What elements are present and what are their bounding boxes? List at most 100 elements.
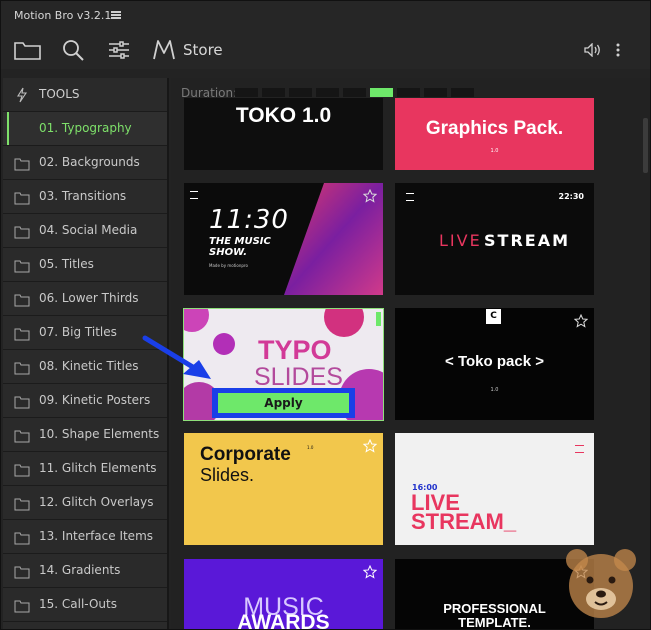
store-link[interactable]: Store [183, 41, 223, 59]
folder-icon [14, 462, 30, 477]
bear-watermark-logo [566, 549, 636, 618]
thumbnail-word2: STREAM_ [411, 509, 517, 534]
thumbnail-caption: Made by motionpro [209, 263, 248, 268]
thumbnail-word1: LIVE [439, 231, 482, 250]
sidebar-item-label: 05. Titles [39, 257, 94, 271]
folder-icon[interactable] [13, 31, 41, 69]
app-title: Motion Bro v3.2.1 [14, 9, 112, 22]
sidebar-item-label: 08. Kinetic Titles [39, 359, 139, 373]
sidebar-item-lower-thirds[interactable]: 06. Lower Thirds [3, 282, 167, 316]
pointer-arrow-icon [142, 335, 211, 379]
sidebar-item-label: TOOLS [39, 87, 80, 101]
sidebar-item-label: 03. Transitions [39, 189, 127, 203]
duration-segment-active[interactable] [370, 88, 393, 97]
thumbnail-sup: 1.0 [307, 445, 314, 450]
folder-icon [14, 258, 30, 273]
sidebar-item-label: 09. Kinetic Posters [39, 393, 151, 407]
sidebar-item-social-media[interactable]: 04. Social Media [3, 214, 167, 248]
sidebar-item-label: 12. Glitch Overlays [39, 495, 154, 509]
active-indicator [7, 112, 9, 145]
sliders-icon[interactable] [108, 31, 130, 69]
star-icon[interactable] [363, 439, 377, 453]
folder-icon [14, 190, 30, 205]
sidebar-item-shape-elements[interactable]: 10. Shape Elements [3, 418, 167, 452]
sidebar-item-transitions[interactable]: 03. Transitions [3, 180, 167, 214]
motionbro-logo-icon[interactable] [151, 31, 179, 69]
preset-thumbnail[interactable]: 11:30 THE MUSIC SHOW. Made by motionpro [184, 183, 383, 295]
thumbnail-subtitle: 1.0 [490, 148, 499, 154]
thumbnail-line1: Corporate [200, 444, 291, 465]
duration-segment[interactable] [235, 88, 258, 97]
thumbnail-time: 11:30 [209, 205, 289, 235]
toolbar [1, 31, 650, 69]
title-bar: Motion Bro v3.2.1 [1, 1, 650, 31]
duration-segment[interactable] [289, 88, 312, 97]
sidebar-item-tools[interactable]: TOOLS [3, 78, 167, 112]
sidebar-item-label: 14. Gradients [39, 563, 121, 577]
folder-icon [14, 394, 30, 409]
menu-icon[interactable] [111, 11, 121, 19]
sidebar-item-label: 01. Typography [39, 121, 132, 135]
sidebar-item-glitch-overlays[interactable]: 12. Glitch Overlays [3, 486, 167, 520]
apply-button[interactable]: Apply [218, 393, 349, 413]
preset-thumbnail[interactable]: 16:00 LIVE STREAM_ [395, 433, 594, 545]
duration-segment[interactable] [316, 88, 339, 97]
sidebar-item-call-outs[interactable]: 15. Call-Outs [3, 588, 167, 622]
sidebar-item-kinetic-posters[interactable]: 09. Kinetic Posters [3, 384, 167, 418]
sidebar-item-backgrounds[interactable]: 02. Backgrounds [3, 146, 167, 180]
folder-icon [14, 496, 30, 511]
sidebar-item-interface-items[interactable]: 13. Interface Items [3, 520, 167, 554]
menu-icon [575, 445, 584, 453]
thumbnail-word2: AWARDS [237, 611, 330, 629]
folder-icon [14, 360, 30, 375]
thumbnail-title: < Toko pack > [445, 353, 544, 370]
duration-segment[interactable] [424, 88, 447, 97]
preset-thumbnail[interactable]: Corporate 1.0 Slides. [184, 433, 383, 545]
more-vertical-icon[interactable] [613, 31, 623, 69]
preset-thumbnail[interactable]: Graphics Pack. 1.0 [395, 98, 594, 170]
bolt-icon [14, 87, 30, 103]
sidebar-item-label: 06. Lower Thirds [39, 291, 139, 305]
scrollbar[interactable] [643, 118, 648, 173]
sidebar-item-label: 11. Glitch Elements [39, 461, 157, 475]
duration-segment[interactable] [343, 88, 366, 97]
sidebar-item-gradients[interactable]: 14. Gradients [3, 554, 167, 588]
folder-icon [14, 292, 30, 307]
preset-thumbnail[interactable]: MUSIC AWARDS [184, 559, 383, 629]
thumbnail-line1: THE MUSIC [209, 236, 271, 247]
folder-icon [14, 224, 30, 239]
thumbnail-subtitle: 1.0 [490, 387, 499, 393]
preset-thumbnail[interactable]: C < Toko pack > 1.0 [395, 308, 594, 420]
volume-icon[interactable] [583, 31, 603, 69]
thumbnail-time: 22:30 [558, 192, 584, 201]
sidebar-item-label: 07. Big Titles [39, 325, 117, 339]
sidebar-item-titles[interactable]: 05. Titles [3, 248, 167, 282]
star-icon[interactable] [363, 565, 377, 579]
thumbnail-word1: TYPO [258, 335, 332, 365]
sidebar-item-glitch-elements[interactable]: 11. Glitch Elements [3, 452, 167, 486]
thumbnail-word2: STREAM [484, 231, 570, 250]
duration-segment[interactable] [262, 88, 285, 97]
star-icon[interactable] [574, 314, 588, 328]
duration-segment[interactable] [451, 88, 474, 97]
thumbnail-line2: Slides. [200, 465, 255, 485]
thumbnail-title: Graphics Pack. [425, 118, 564, 139]
folder-icon [14, 326, 30, 341]
menu-icon [406, 193, 414, 201]
sidebar-item-label: 04. Social Media [39, 223, 138, 237]
duration-segment[interactable] [397, 88, 420, 97]
folder-icon [14, 530, 30, 545]
menu-icon [190, 191, 198, 199]
preset-thumbnail[interactable]: TOKO 1.0 [184, 98, 383, 170]
sidebar-item-typography[interactable]: 01. Typography [3, 112, 167, 146]
folder-icon [14, 428, 30, 443]
thumbnail-title: TOKO 1.0 [235, 104, 332, 127]
sidebar-item-label: 10. Shape Elements [39, 427, 160, 441]
star-icon[interactable] [363, 189, 377, 203]
folder-icon [14, 564, 30, 579]
folder-icon [14, 598, 30, 613]
preset-thumbnail[interactable]: 22:30 LIVE STREAM [395, 183, 594, 295]
folder-icon [14, 156, 30, 171]
thumbnail-line2: SHOW. [209, 247, 248, 258]
search-icon[interactable] [61, 31, 85, 69]
